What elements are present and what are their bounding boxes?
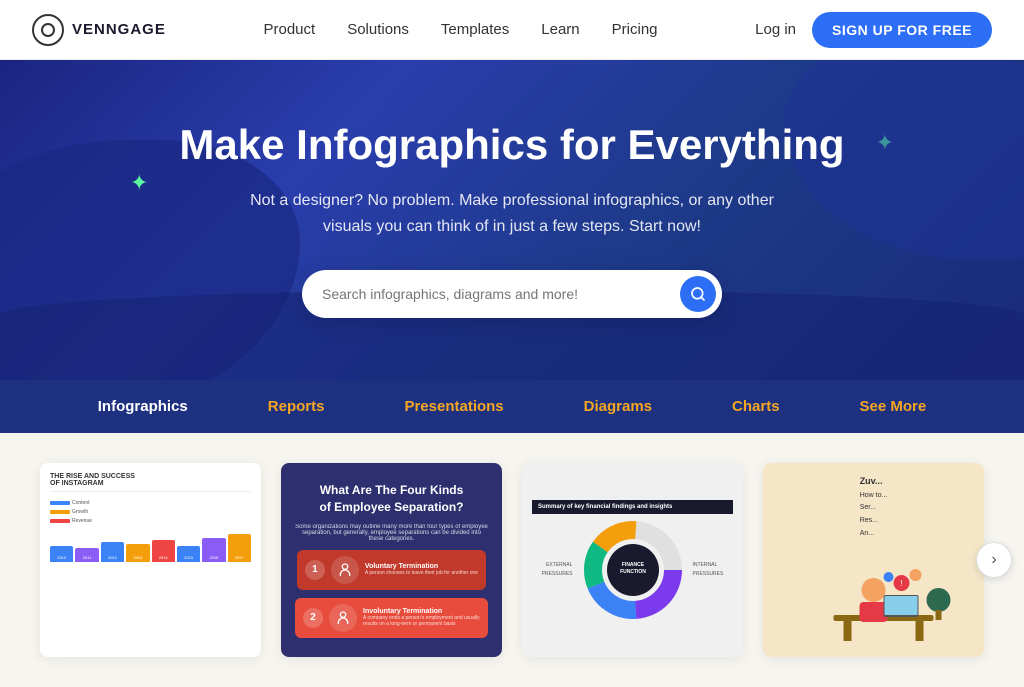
login-button[interactable]: Log in — [755, 21, 796, 38]
gallery-card-employee: What Are The Four Kindsof Employee Separ… — [281, 463, 502, 657]
finance-internal-label: INTERNALPRESSURES — [693, 561, 724, 579]
navbar: VENNGAGE Product Solutions Templates Lea… — [0, 0, 1024, 60]
employee-card-title: What Are The Four Kindsof Employee Separ… — [319, 482, 463, 516]
illustration-card-title: Zuv...How to...Ser...Res...An... — [860, 475, 888, 539]
tab-diagrams[interactable]: Diagrams — [544, 380, 692, 433]
nav-solutions[interactable]: Solutions — [347, 21, 409, 38]
carousel-next-button[interactable]: › — [976, 542, 1012, 578]
star-icon-right: ✦ — [876, 130, 894, 156]
hero-subtitle: Not a designer? No problem. Make profess… — [232, 188, 792, 239]
logo-inner-circle — [41, 23, 55, 37]
employee-icon-1 — [331, 556, 359, 584]
employee-card-subtitle: Some organizations may outline many more… — [295, 524, 488, 542]
svg-text:FINANCE: FINANCE — [621, 562, 644, 568]
employee-desc-1: A person chooses to leave their job for … — [365, 570, 478, 576]
finance-external-label: EXTERNALPRESSURES — [542, 561, 573, 579]
person-icon-1 — [337, 562, 353, 578]
signup-button[interactable]: SIGN UP FOR FREE — [812, 12, 992, 48]
nav-templates[interactable]: Templates — [441, 21, 509, 38]
finance-wheel-chart: FINANCE FUNCTION — [583, 520, 683, 620]
hero-title: Make Infographics for Everything — [179, 120, 844, 170]
search-bar — [302, 270, 722, 318]
nav-pricing[interactable]: Pricing — [612, 21, 658, 38]
tab-charts[interactable]: Charts — [692, 380, 820, 433]
navbar-right: Log in SIGN UP FOR FREE — [755, 12, 992, 48]
employee-desc-2: A company ends a person's employment and… — [363, 615, 480, 627]
card-instagram-title: THE RISE AND SUCCESSOF INSTAGRAM — [50, 473, 251, 492]
gallery-card-instagram: THE RISE AND SUCCESSOF INSTAGRAM Content… — [40, 463, 261, 657]
employee-item-2: 2 Involuntary Termination A company ends… — [295, 598, 488, 638]
finance-card-title: Summary of key financial findings and in… — [532, 500, 733, 514]
svg-text:FUNCTION: FUNCTION — [620, 569, 646, 575]
employee-type-1: Voluntary Termination — [365, 563, 478, 570]
employee-icon-2 — [329, 604, 357, 632]
star-icon-left: ✦ — [130, 170, 148, 196]
nav-links: Product Solutions Templates Learn Pricin… — [263, 21, 657, 38]
person-icon-2 — [335, 610, 351, 626]
logo-area: VENNGAGE — [32, 14, 166, 46]
hero-section: ✦ ✦ Make Infographics for Everything Not… — [0, 60, 1024, 380]
tab-reports[interactable]: Reports — [228, 380, 365, 433]
nav-product[interactable]: Product — [263, 21, 315, 38]
category-tabs: Infographics Reports Presentations Diagr… — [0, 380, 1024, 433]
search-icon — [690, 286, 706, 302]
gallery-card-finance: Summary of key financial findings and in… — [522, 463, 743, 657]
gallery: THE RISE AND SUCCESSOF INSTAGRAM Content… — [0, 433, 1024, 687]
chevron-right-icon: › — [991, 551, 996, 569]
tab-see-more[interactable]: See More — [820, 380, 967, 433]
tab-infographics[interactable]: Infographics — [58, 380, 228, 433]
employee-num-1: 1 — [305, 560, 325, 580]
logo-icon — [32, 14, 64, 46]
nav-learn[interactable]: Learn — [541, 21, 579, 38]
tab-presentations[interactable]: Presentations — [364, 380, 543, 433]
svg-text:!: ! — [900, 579, 902, 588]
employee-type-2: Involuntary Termination — [363, 608, 480, 615]
brand-name: VENNGAGE — [72, 21, 166, 38]
gallery-card-illustration: Zuv...How to...Ser...Res...An... ! — [763, 463, 984, 657]
search-button[interactable] — [680, 276, 716, 312]
employee-num-2: 2 — [303, 608, 323, 628]
employee-item-1: 1 Voluntary Termination A person chooses… — [297, 550, 486, 590]
illustration-svg: ! — [775, 545, 972, 645]
search-input[interactable] — [322, 286, 680, 302]
